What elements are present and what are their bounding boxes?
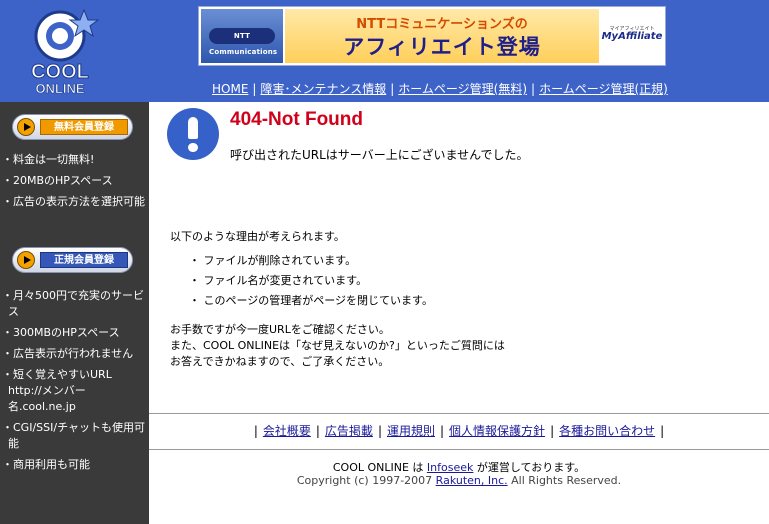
list-item: ファイル名が変更されています。 [189,273,433,289]
nav-separator: | [315,424,320,438]
nav-maintenance-info[interactable]: 障害･メンテナンス情報 [260,82,386,96]
list-item: 広告表示が行われません [0,346,149,362]
reasons-intro: 以下のような理由が考えられます。 [170,230,345,243]
top-navigation: HOME | 障害･メンテナンス情報 | ホームページ管理(無料) | ホームページ管理(正… [212,80,668,97]
logo-text-cool: COOL [31,61,89,83]
nav-separator: | [377,424,382,438]
list-item: 広告の表示方法を選択可能 [0,194,149,210]
logo-text-online: ONLINE [35,81,84,96]
list-item: 月々500円で充実のサービス [0,288,149,320]
list-item: ファイルが削除されています。 [189,253,433,269]
nav-separator: | [440,424,445,438]
banner-headline: NTTコミュニケーションズの [356,17,528,32]
paid-register-button[interactable]: 正規会員登録 [12,247,133,273]
play-arrow-icon [17,118,35,136]
exclamation-icon [167,108,219,160]
nav-separator: | [550,424,555,438]
list-item: 20MBのHPスペース [0,173,149,189]
footer-link-advertising[interactable]: 広告掲載 [325,424,373,438]
play-arrow-icon [17,251,35,269]
footer-link-contact[interactable]: 各種お問い合わせ [559,424,655,438]
rakuten-link[interactable]: Rakuten, Inc. [436,474,508,487]
list-item: 料金は一切無料! [0,152,149,168]
confirm-line: また、COOL ONLINEは「なぜ見えないのか?」といったご質問には [170,339,505,352]
list-item: このページの管理者がページを閉じています。 [189,293,433,309]
nav-homepage-free[interactable]: ホームページ管理(無料) [398,82,527,96]
confirm-text: お手数ですが今一度URLをご確認ください。 また、COOL ONLINEは「なぜ… [170,322,505,370]
operated-by: COOL ONLINE は Infoseek が運営しております。 [332,461,586,474]
nav-separator: | [253,424,258,438]
infoseek-link[interactable]: Infoseek [427,461,473,474]
ad-banner[interactable]: NTT Communications NTTコミュニケーションズの アフィリエイ… [198,6,666,66]
footer-link-company[interactable]: 会社概要 [263,424,311,438]
footer-link-terms[interactable]: 運用規則 [387,424,435,438]
nav-separator: | [390,82,395,96]
banner-main-panel: NTTコミュニケーションズの アフィリエイト登場 [285,9,599,63]
sidebar: 無料会員登録 料金は一切無料! 20MBのHPスペース 広告の表示方法を選択可能… [0,102,149,524]
divider [149,413,769,414]
banner-title: アフィリエイト登場 [343,35,541,59]
nav-separator: | [252,82,257,96]
myaffiliate-text: MyAffiliate [601,31,663,42]
confirm-line: お手数ですが今一度URLをご確認ください。 [170,323,390,336]
nav-home[interactable]: HOME [212,82,248,96]
list-item: 300MBのHPスペース [0,325,149,341]
site-header: COOL ONLINE NTT Communications NTTコミュニケー… [0,0,769,102]
divider [149,449,769,450]
list-item: 短く覚えやすいURL http://メンバー名.cool.ne.jp [0,367,149,415]
reasons-list: ファイルが削除されています。 ファイル名が変更されています。 このページの管理者… [189,253,433,313]
cool-online-logo[interactable]: COOL ONLINE [10,6,110,96]
copyright: Copyright (c) 1997-2007 Rakuten, Inc. Al… [296,474,622,487]
paid-features-list: 月々500円で充実のサービス 300MBのHPスペース 広告表示が行われません … [0,288,149,478]
list-item: CGI/SSI/チャットも使用可能 [0,420,149,452]
nav-separator: | [660,424,665,438]
free-register-label: 無料会員登録 [40,119,128,135]
main-content: 404-Not Found 呼び出されたURLはサーバー上にございませんでした。… [149,102,769,524]
list-item: 商用利用も可能 [0,457,149,473]
paid-register-label: 正規会員登録 [40,252,128,268]
footer-link-privacy[interactable]: 個人情報保護方針 [449,424,545,438]
free-register-button[interactable]: 無料会員登録 [12,114,133,140]
error-message: 呼び出されたURLはサーバー上にございませんでした。 [230,148,529,162]
banner-ntt-panel: NTT Communications [201,9,283,63]
nav-homepage-paid[interactable]: ホームページ管理(正規) [539,82,668,96]
confirm-line: お答えできかねますので、ご了承ください。 [170,355,390,368]
footer-navigation: | 会社概要 | 広告掲載 | 運用規則 | 個人情報保護方針 | 各種お問い合わせ | [149,422,769,439]
myaffiliate-logo: マイアフィリエイト MyAffiliate [601,9,663,63]
page-title: 404-Not Found [230,109,363,130]
free-features-list: 料金は一切無料! 20MBのHPスペース 広告の表示方法を選択可能 [0,152,149,215]
nav-separator: | [531,82,536,96]
ntt-logo: NTT Communications [209,28,277,56]
